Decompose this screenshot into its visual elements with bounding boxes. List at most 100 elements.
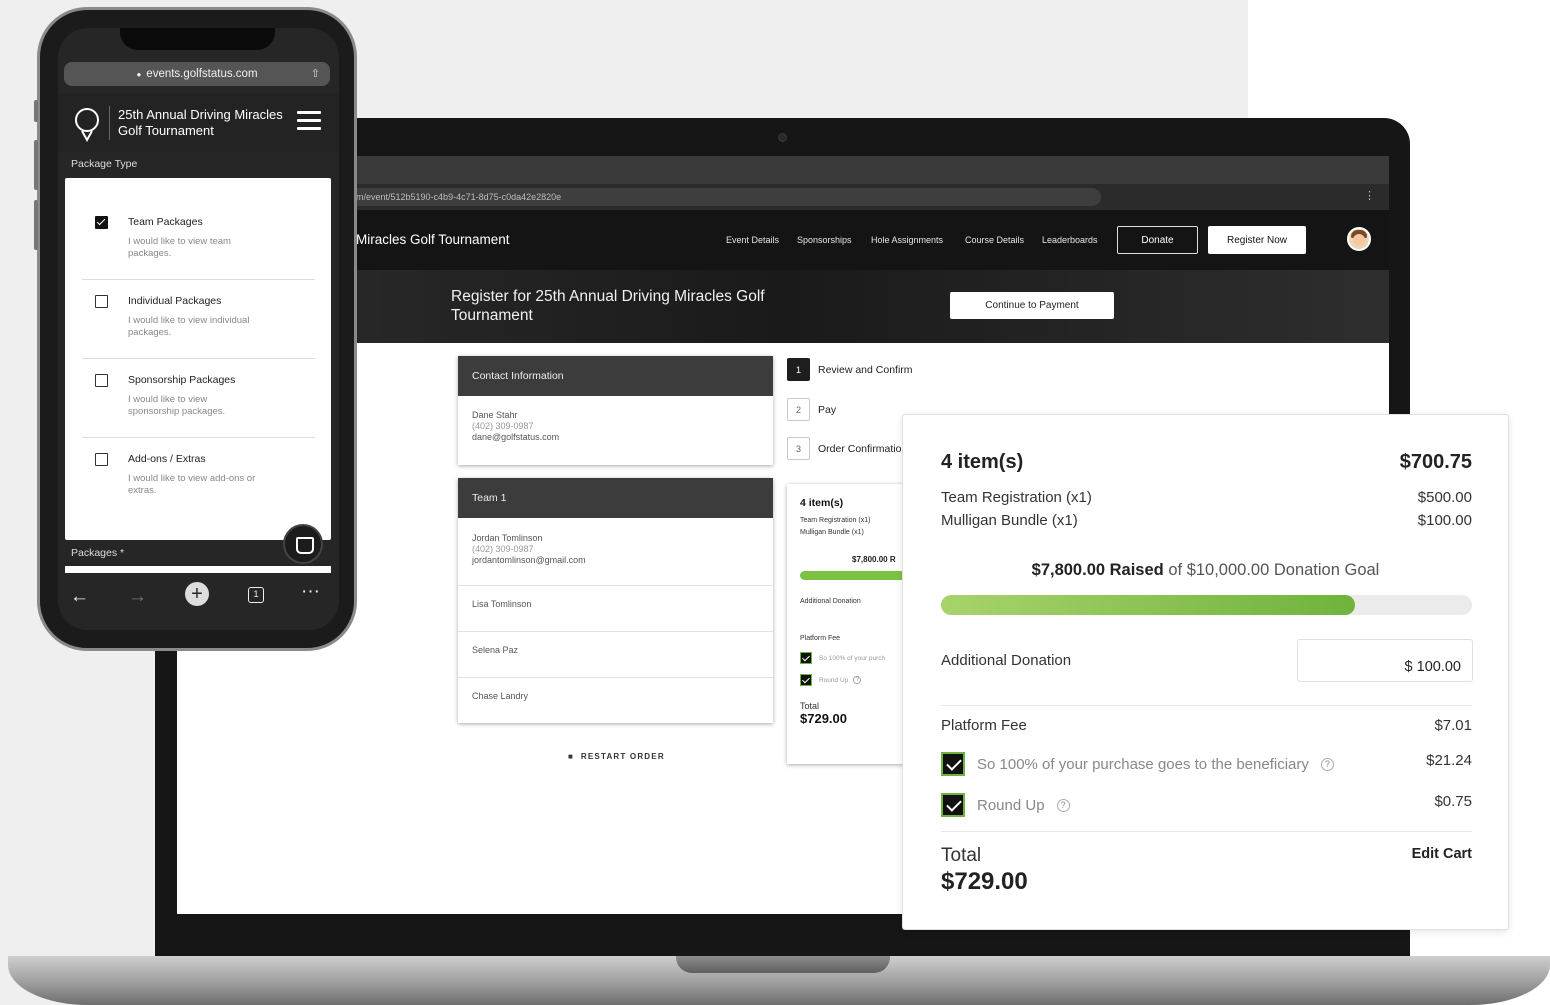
help-icon[interactable]: ? (1056, 798, 1070, 812)
phone-browser-toolbar: ← → + 1 ··· (58, 573, 339, 630)
step-order-confirmation[interactable]: 3 Order Confirmatio (787, 437, 901, 460)
items-count: 4 item(s) (941, 451, 1024, 473)
help-icon[interactable]: ? (1320, 757, 1334, 771)
tabs-icon[interactable]: 1 (248, 587, 264, 603)
phone-side-button (34, 200, 38, 250)
step-label: Pay (818, 403, 837, 416)
nav-sponsorships[interactable]: Sponsorships (797, 235, 852, 245)
items-summary-row: 4 item(s) $700.75 (941, 451, 1472, 474)
checkbox-checked-icon (800, 674, 812, 686)
phone-url-bar[interactable]: ● events.golfstatus.com ⇧ (64, 62, 330, 86)
user-avatar[interactable] (1347, 227, 1371, 251)
checkbox-icon[interactable] (95, 295, 108, 308)
donate-button[interactable]: Donate (1117, 226, 1198, 254)
option-description: I would like to view individual packages… (128, 315, 250, 338)
header-separator (109, 106, 110, 140)
new-tab-plus-icon[interactable]: + (185, 582, 209, 606)
mini-roundup-checkbox[interactable]: Round Up ? (800, 674, 907, 686)
register-now-button[interactable]: Register Now (1208, 226, 1306, 254)
golfstatus-logo-icon[interactable] (73, 107, 101, 143)
order-summary-card: 4 item(s) $700.75 Team Registration (x1)… (902, 414, 1509, 930)
items-total: $700.75 (1399, 451, 1472, 473)
roundup-option: Round Up ? (941, 793, 1070, 817)
more-menu-icon[interactable]: ⋮ (1364, 189, 1375, 202)
option-title: Sponsorship Packages (128, 374, 236, 386)
additional-donation-label: Additional Donation (941, 652, 1072, 669)
checkbox-checked-icon[interactable] (95, 216, 108, 229)
mini-line-item: Team Registration (x1) (800, 517, 871, 524)
option-title: Individual Packages (128, 295, 222, 307)
phone-event-title: 25th Annual Driving Miracles Golf Tourna… (118, 107, 283, 138)
nav-hole-assignments[interactable]: Hole Assignments (871, 235, 943, 245)
step-pay[interactable]: 2 Pay (787, 398, 836, 421)
platform-fee-value: $7.01 (1434, 717, 1472, 734)
laptop-notch (676, 956, 890, 973)
beneficiary-label: So 100% of your purchase goes to the ben… (977, 755, 1309, 773)
package-type-label: Package Type (71, 158, 138, 170)
share-icon[interactable]: ⇧ (311, 67, 320, 80)
option-description: I would like to view team packages. (128, 236, 231, 259)
roundup-row: Round Up ? $0.75 (941, 793, 1472, 817)
hamburger-menu-icon[interactable] (297, 111, 321, 135)
browser-address-bar: m/event/512b5190-c4b9-4c71-8d75-c0da42e2… (177, 184, 1389, 210)
nav-course-details[interactable]: Course Details (965, 235, 1024, 245)
divider (941, 831, 1472, 832)
roundup-label: Round Up (977, 796, 1045, 814)
donation-goal-text: $7,800.00 Raised of $10,000.00 Donation … (903, 561, 1508, 580)
team-card-header: Team 1 (458, 478, 773, 518)
contact-card: Contact Information Dane Stahr (402) 309… (458, 356, 773, 465)
roundup-checkbox[interactable] (941, 793, 965, 817)
more-dots-icon[interactable]: ··· (301, 581, 320, 603)
team-member-row[interactable]: Chase Landry (458, 678, 773, 724)
edit-cart-link[interactable]: Edit Cart (1412, 846, 1472, 862)
checkbox-icon[interactable] (95, 374, 108, 387)
option-description: I would like to view add-ons or extras. (128, 473, 256, 496)
forward-arrow-icon[interactable]: → (128, 586, 147, 608)
site-nav: Miracles Golf Tournament Event Details S… (177, 210, 1389, 270)
chat-icon[interactable] (283, 524, 323, 564)
contact-card-header: Contact Information (458, 356, 773, 396)
team-member-row[interactable]: Selena Paz (458, 632, 773, 678)
mini-beneficiary-checkbox[interactable]: So 100% of your purch (800, 652, 907, 664)
beneficiary-value: $21.24 (1426, 751, 1472, 769)
back-arrow-icon[interactable]: ← (70, 586, 89, 608)
beneficiary-option: So 100% of your purchase goes to the ben… (941, 752, 1334, 776)
nav-leaderboards[interactable]: Leaderboards (1042, 235, 1098, 245)
mini-beneficiary-label: So 100% of your purch (819, 654, 886, 662)
contact-name: Dane Stahr (472, 410, 518, 420)
line-item-name: Team Registration (x1) (941, 489, 1092, 506)
checkbox-icon[interactable] (95, 453, 108, 466)
mini-total-label: Total (800, 701, 820, 711)
site-title[interactable]: Miracles Golf Tournament (356, 232, 510, 247)
team-member-row[interactable]: Lisa Tomlinson (458, 586, 773, 632)
step-number: 3 (787, 437, 810, 460)
divider (82, 279, 315, 280)
step-review-confirm[interactable]: 1 Review and Confirm (787, 358, 913, 381)
team-captain-row[interactable]: Jordan Tomlinson (402) 309-0987 jordanto… (458, 518, 773, 586)
line-item-price: $500.00 (1417, 489, 1472, 506)
additional-donation-input[interactable] (1297, 639, 1473, 682)
member-name: Chase Landry (472, 691, 529, 701)
lock-icon: ● (136, 69, 142, 79)
donation-progress-fill (941, 595, 1356, 615)
page-title: Register for 25th Annual Driving Miracle… (451, 288, 765, 324)
checkbox-checked-icon (800, 652, 812, 664)
restart-order-button[interactable]: ■ RESTART ORDER (568, 752, 665, 761)
member-name: Selena Paz (472, 645, 519, 655)
phone-site-header: 25th Annual Driving Miracles Golf Tourna… (58, 94, 339, 152)
mini-items-count: 4 item(s) (800, 497, 844, 509)
line-item: Team Registration (x1) $500.00 (941, 489, 1472, 506)
platform-fee-row: Platform Fee $7.01 (941, 717, 1472, 734)
total-value: $729.00 (941, 868, 1028, 895)
mini-roundup-label: Round Up (819, 676, 849, 684)
nav-event-details[interactable]: Event Details (726, 235, 779, 245)
option-description: I would like to view sponsorship package… (128, 394, 226, 417)
continue-to-payment-button[interactable]: Continue to Payment (950, 292, 1114, 319)
mini-raised: $7,800.00 R (852, 555, 896, 564)
platform-fee-label: Platform Fee (941, 717, 1027, 734)
option-title: Add-ons / Extras (128, 453, 206, 465)
beneficiary-checkbox[interactable] (941, 752, 965, 776)
help-icon[interactable]: ? (853, 676, 862, 684)
line-item: Mulligan Bundle (x1) $100.00 (941, 512, 1472, 529)
restart-order-label: RESTART ORDER (580, 752, 665, 761)
